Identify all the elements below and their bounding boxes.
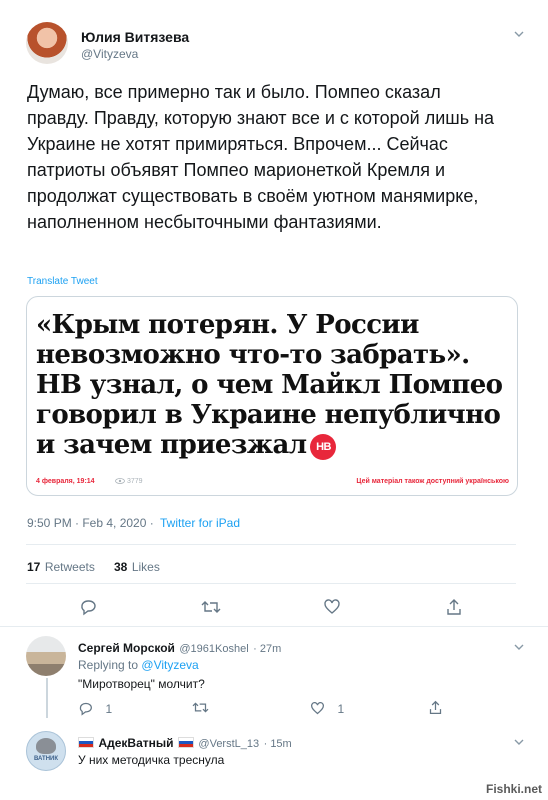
card-views: 3779	[115, 478, 143, 485]
like-icon	[311, 702, 324, 715]
card-date: 4 февраля, 19:14	[36, 478, 95, 485]
divider	[26, 544, 516, 545]
retweet-icon[interactable]	[201, 598, 221, 616]
like-icon[interactable]	[323, 598, 341, 616]
translate-tweet-link[interactable]: Translate Tweet	[27, 276, 98, 287]
tweet-timestamp[interactable]: 9:50 PM · Feb 4, 2020 ·	[27, 516, 154, 530]
reply-author-name[interactable]: АдекВатный	[98, 736, 173, 750]
tweet-text: Думаю, все примерно так и было. Помпео с…	[27, 82, 495, 232]
reply-author-handle[interactable]: @1961Koshel	[179, 643, 248, 655]
reply-time[interactable]: · 27m	[253, 643, 281, 655]
card-headline: «Крым потерян. У России невозможно что-т…	[36, 310, 503, 460]
reply-icon	[79, 702, 92, 716]
replying-to-link[interactable]: @Vityzeva	[141, 658, 198, 672]
reply-author-handle[interactable]: @VerstL_13	[198, 738, 259, 750]
reply-avatar[interactable]: ВАТНИК	[26, 731, 66, 771]
author-avatar[interactable]	[26, 22, 68, 64]
reply-text: У них методичка треснула	[78, 753, 225, 767]
cat-icon	[36, 738, 56, 754]
reply-text: "Миротворец" молчит?	[78, 677, 205, 691]
reply-author-name[interactable]: Сергей Морской	[78, 641, 175, 655]
link-card[interactable]: «Крым потерян. У России невозможно что-т…	[26, 296, 518, 496]
share-icon[interactable]	[445, 598, 463, 616]
divider	[0, 626, 548, 627]
share-icon[interactable]	[428, 700, 443, 715]
flag-icon	[78, 737, 94, 748]
retweets-label: Retweets	[44, 560, 95, 574]
like-count: 1	[337, 702, 345, 716]
author-handle[interactable]: @Vityzeva	[81, 47, 138, 61]
watermark: Fishki.net	[485, 782, 542, 796]
retweet-icon[interactable]	[192, 700, 209, 715]
reply-avatar[interactable]	[26, 636, 66, 676]
reply-icon[interactable]	[79, 598, 97, 616]
reply-header: АдекВатный @VerstL_13 · 15m	[78, 734, 292, 752]
chevron-down-icon[interactable]	[513, 641, 525, 653]
author-name[interactable]: Юлия Витязева	[81, 29, 189, 45]
avatar-caption: ВАТНИК	[33, 756, 59, 762]
likes-stat[interactable]: 38 Likes	[114, 558, 160, 576]
likes-label: Likes	[131, 560, 160, 574]
reply-header: Сергей Морской @1961Koshel · 27m	[78, 639, 281, 657]
tweet-source[interactable]: Twitter for iPad	[160, 516, 240, 530]
chevron-down-icon[interactable]	[513, 736, 525, 748]
eye-icon	[115, 478, 125, 484]
likes-count: 38	[114, 560, 128, 574]
card-language-note: Цей матеріал також доступний українською	[356, 478, 509, 485]
chevron-down-icon[interactable]	[513, 28, 525, 40]
nv-logo-icon: НВ	[310, 434, 337, 460]
like-action[interactable]: 1	[310, 700, 344, 718]
reply-time[interactable]: · 15m	[264, 738, 292, 750]
flag-icon	[177, 737, 194, 748]
replying-to: Replying to @Vityzeva	[78, 658, 199, 672]
retweets-count: 17	[27, 560, 41, 574]
divider	[26, 583, 516, 584]
reply-action[interactable]: 1	[78, 700, 112, 718]
retweets-stat[interactable]: 17 Retweets	[27, 558, 95, 576]
reply-count: 1	[105, 702, 113, 716]
thread-line	[46, 678, 48, 718]
